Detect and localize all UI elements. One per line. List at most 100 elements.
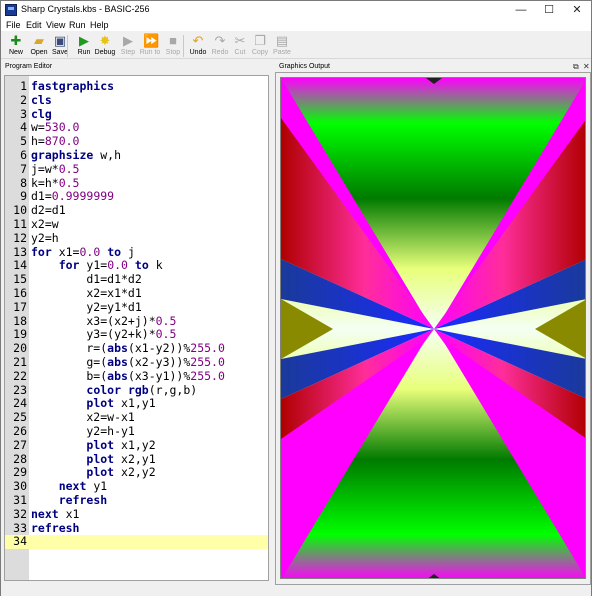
cut-icon: ✂: [234, 33, 246, 48]
code-text: y2=h-y1: [31, 424, 135, 438]
close-panel-icon[interactable]: ✕: [583, 61, 590, 72]
program-editor[interactable]: 1 fastgraphics 2 cls 3 clg 4 w=530.0 5 h=870.0 6 gr…: [4, 75, 269, 581]
code-line[interactable]: 13 for x1=0.0 to j: [5, 244, 268, 260]
status-bar: [1, 586, 591, 596]
close-button[interactable]: ✕: [563, 1, 591, 19]
menu-help[interactable]: Help: [90, 19, 109, 31]
code-line[interactable]: 17 y2=y1*d1: [5, 300, 268, 315]
code-line[interactable]: 29 plot x2,y2: [5, 465, 268, 480]
code-line[interactable]: 30 next y1: [5, 479, 268, 494]
line-number: 27: [13, 437, 27, 452]
open-folder-icon: ▰: [34, 33, 44, 48]
code-text: plot x1,y2: [86, 437, 156, 452]
debug-icon: ✸: [99, 33, 111, 48]
code-line[interactable]: 5 h=870.0: [5, 134, 268, 149]
maximize-button[interactable]: ☐: [535, 1, 563, 19]
toolbar-label: Paste: [273, 49, 291, 56]
toolbar-separator: [183, 35, 184, 57]
code-line[interactable]: 7 j=w*0.5: [5, 161, 268, 177]
code-text: x2=w: [31, 217, 59, 231]
new-icon: ✚: [10, 33, 22, 48]
window-title: Sharp Crystals.kbs - BASIC-256: [21, 4, 150, 14]
line-number: 34: [5, 535, 27, 550]
line-number: 28: [13, 451, 27, 466]
line-number: 12: [13, 230, 27, 245]
code-text: h=870.0: [31, 134, 80, 149]
float-window-icon[interactable]: ⧉: [573, 61, 579, 72]
code-line[interactable]: 9 d1=0.9999999: [5, 189, 268, 204]
code-text: d1=d1*d2: [31, 272, 142, 287]
code-text: refresh: [31, 520, 80, 535]
code-text: cls: [31, 92, 52, 107]
code-text: x3=(x2+j)*0.5: [31, 313, 177, 328]
code-line[interactable]: 12 y2=h: [5, 230, 268, 246]
code-text: r=(abs(x1-y2))%255.0: [31, 341, 225, 356]
line-number: 13: [13, 244, 27, 259]
code-line[interactable]: 25 x2=w-x1: [5, 410, 268, 425]
run-icon: ▶: [79, 33, 89, 48]
code-line[interactable]: 26 y2=h-y1: [5, 424, 268, 439]
line-number: 29: [13, 465, 27, 480]
code-line[interactable]: 14 for y1=0.0 to k: [5, 258, 268, 273]
code-line[interactable]: 32 next x1: [5, 507, 268, 522]
line-number: 7: [20, 161, 27, 176]
code-line[interactable]: 28 plot x2,y1: [5, 451, 268, 467]
code-line[interactable]: 24 plot x1,y1: [5, 396, 268, 411]
code-line[interactable]: 18 x3=(x2+j)*0.5: [5, 313, 268, 329]
code-text: next y1: [58, 479, 108, 494]
line-number: 18: [13, 313, 27, 328]
code-text: for y1=0.0 to k: [58, 258, 163, 273]
code-text: fastgraphics: [31, 79, 115, 93]
code-text: x2=x1*d1: [31, 286, 142, 300]
code-line[interactable]: 2 cls: [5, 92, 268, 108]
code-line[interactable]: 8 k=h*0.5: [5, 175, 268, 191]
title-bar: Sharp Crystals.kbs - BASIC-256 — ☐ ✕: [1, 1, 591, 19]
code-line[interactable]: 23 color rgb(r,g,b): [5, 382, 268, 398]
code-line[interactable]: 3 clg: [5, 107, 268, 122]
line-number: 2: [20, 92, 27, 107]
code-text: j=w*0.5: [31, 161, 80, 176]
program-editor-title: Program Editor: [5, 63, 53, 70]
line-number: 20: [13, 341, 27, 356]
line-number: 4: [20, 120, 27, 135]
code-line[interactable]: 10 d2=d1: [5, 203, 268, 218]
menu-file[interactable]: File: [6, 19, 21, 31]
menu-view[interactable]: View: [46, 19, 65, 31]
code-text: x2=w-x1: [31, 410, 135, 425]
line-number: 33: [13, 520, 27, 535]
save-icon: ▣: [53, 33, 67, 48]
code-line[interactable]: 21 g=(abs(x2-y3))%255.0: [5, 355, 268, 370]
paste-button[interactable]: ▤ Paste: [271, 33, 293, 59]
code-line[interactable]: 19 y3=(y2+k)*0.5: [5, 327, 268, 342]
code-line[interactable]: 22 b=(abs(x3-y1))%255.0: [5, 369, 268, 384]
code-text: y3=(y2+k)*0.5: [31, 327, 177, 342]
line-number: 1: [20, 79, 27, 93]
menu-edit[interactable]: Edit: [26, 19, 42, 31]
code-line[interactable]: 20 r=(abs(x1-y2))%255.0: [5, 341, 268, 356]
undo-icon: ↶: [192, 33, 204, 48]
line-number: 11: [13, 217, 27, 231]
line-number: 15: [13, 272, 27, 287]
menu-run[interactable]: Run: [69, 19, 86, 31]
code-line[interactable]: 34: [5, 535, 268, 550]
code-line[interactable]: 15 d1=d1*d2: [5, 272, 268, 287]
code-line[interactable]: 4 w=530.0: [5, 120, 268, 135]
code-line[interactable]: 11 x2=w: [5, 217, 268, 232]
line-number: 25: [13, 410, 27, 425]
line-number: 9: [20, 189, 27, 204]
code-line[interactable]: 31 refresh: [5, 493, 268, 508]
code-text: d2=d1: [31, 203, 66, 218]
code-text: plot x2,y2: [86, 465, 156, 480]
code-line[interactable]: 6 graphsize w,h: [5, 148, 268, 163]
code-line[interactable]: 1 fastgraphics: [5, 79, 268, 94]
line-number: 31: [13, 493, 27, 507]
code-line[interactable]: 16 x2=x1*d1: [5, 286, 268, 301]
line-number: 16: [13, 286, 27, 300]
code-text: color rgb(r,g,b): [86, 382, 198, 397]
crystal-artwork: [281, 78, 585, 578]
minimize-button[interactable]: —: [507, 1, 535, 19]
code-line[interactable]: 33 refresh: [5, 520, 268, 536]
code-line[interactable]: 27 plot x1,y2: [5, 437, 268, 453]
code-text: k=h*0.5: [31, 175, 80, 190]
graphics-output-title: Graphics Output: [279, 63, 330, 70]
